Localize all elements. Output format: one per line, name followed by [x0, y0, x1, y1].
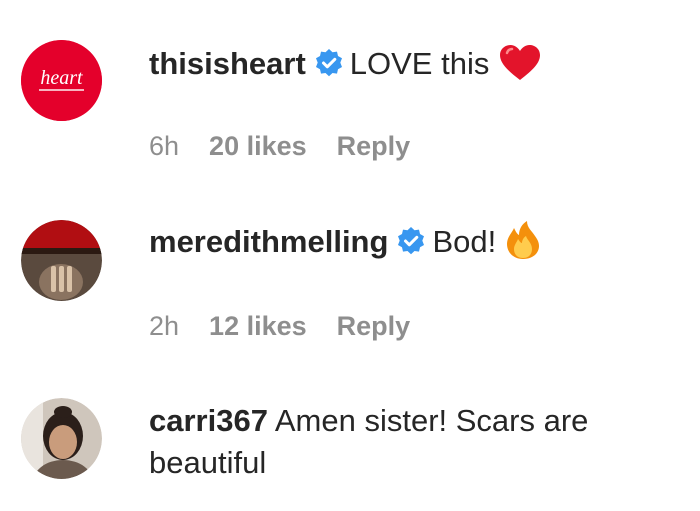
user-photo-icon [21, 220, 102, 301]
username[interactable]: thisisheart [149, 46, 306, 81]
svg-text:heart: heart [40, 67, 83, 89]
avatar[interactable]: heart [21, 40, 102, 121]
comment-text: LOVE this [349, 46, 490, 81]
username[interactable]: carri367 [149, 403, 268, 438]
comment-time: 6h [149, 131, 180, 161]
reply-button[interactable]: Reply [337, 311, 411, 341]
verified-badge-icon [396, 224, 426, 255]
heart-logo-icon: heart [21, 40, 102, 121]
avatar[interactable] [21, 220, 102, 301]
username[interactable]: meredithmelling [149, 224, 388, 259]
likes-count[interactable]: 20 likes [209, 131, 307, 161]
fire-emoji [506, 220, 540, 272]
comment-text: Bod! [432, 224, 497, 259]
likes-count[interactable]: 12 likes [209, 311, 307, 341]
comment-time: 2h [149, 311, 180, 341]
reply-button[interactable]: Reply [337, 131, 411, 161]
user-photo-icon [21, 398, 102, 479]
verified-badge-icon [314, 46, 344, 77]
avatar[interactable] [21, 398, 102, 479]
heart-emoji [499, 44, 541, 94]
